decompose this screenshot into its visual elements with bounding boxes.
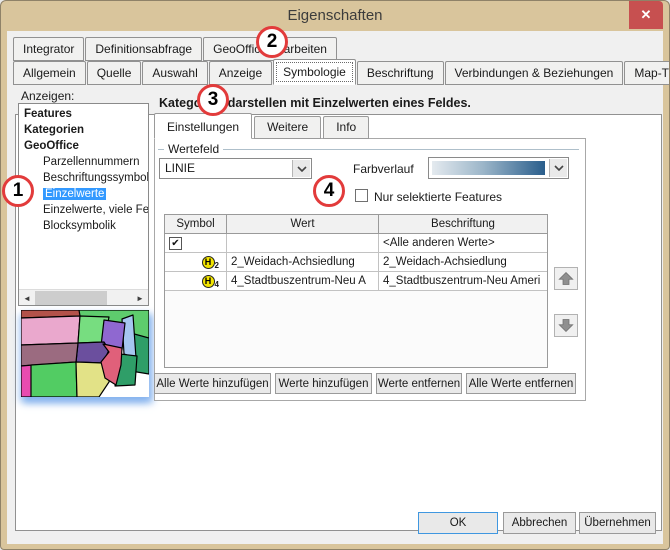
close-button[interactable]: ✕	[629, 1, 663, 29]
only-selected-label: Nur selektierte Features	[374, 190, 502, 204]
window-title: Eigenschaften	[1, 1, 669, 31]
check-icon: ✔	[171, 238, 179, 249]
map-preview-image	[21, 310, 149, 397]
list-item-einzelwerte[interactable]: Einzelwerte	[19, 186, 148, 202]
bus-stop-symbol-h4-icon: H4	[202, 274, 219, 289]
tab-verbindungen[interactable]: Verbindungen & Beziehungen	[445, 61, 624, 85]
remove-all-values-button[interactable]: Alle Werte entfernen	[466, 373, 576, 394]
list-item-blocksymbolik[interactable]: Blocksymbolik	[19, 218, 148, 234]
add-all-values-button[interactable]: Alle Werte hinzufügen	[154, 373, 271, 394]
arrow-up-icon	[557, 270, 575, 287]
list-item-parzellennummern[interactable]: Parzellennummern	[19, 154, 148, 170]
column-header-beschriftung: Beschriftung	[379, 215, 547, 233]
tab-map-tipps[interactable]: Map-Tipps	[624, 61, 670, 85]
table-header-row: Symbol Wert Beschriftung	[165, 215, 547, 234]
table-row-all-other-values[interactable]: ✔ <Alle anderen Werte>	[165, 234, 547, 253]
tab-integrator[interactable]: Integrator	[13, 37, 84, 61]
show-label: Anzeigen:	[21, 89, 74, 103]
close-icon: ✕	[641, 7, 652, 23]
apply-button[interactable]: Übernehmen	[579, 512, 656, 534]
tab-allgemein[interactable]: Allgemein	[13, 61, 86, 85]
add-values-button[interactable]: Werte hinzufügen	[275, 373, 372, 394]
list-item-features[interactable]: Features	[19, 106, 148, 122]
tab-info[interactable]: Info	[323, 116, 369, 139]
value-field-dropdown[interactable]: LINIE	[159, 158, 312, 179]
table-row-weidach[interactable]: H2 2_Weidach-Achsiedlung 2_Weidach-Achsi…	[165, 253, 547, 272]
move-up-button[interactable]	[554, 267, 578, 290]
tab-strip-main: Allgemein Quelle Auswahl Anzeige Symbolo…	[13, 61, 670, 85]
remove-values-button[interactable]: Werte entfernen	[376, 373, 462, 394]
color-ramp-gradient	[432, 161, 545, 175]
list-item-einzelwerte-viele[interactable]: Einzelwerte, viele Fe	[19, 202, 148, 218]
tab-quelle[interactable]: Quelle	[87, 61, 142, 85]
all-other-values-checkbox[interactable]: ✔	[169, 237, 182, 250]
titlebar[interactable]: Eigenschaften ✕	[1, 1, 669, 31]
chevron-down-icon[interactable]	[292, 160, 310, 177]
tab-weitere[interactable]: Weitere	[254, 116, 321, 139]
annotation-circle-2: 2	[256, 26, 288, 58]
wertefeld-group-label: Wertefeld	[164, 142, 223, 156]
column-header-symbol: Symbol	[165, 215, 227, 233]
annotation-circle-4: 4	[313, 175, 345, 207]
tab-anzeige[interactable]: Anzeige	[209, 61, 272, 85]
scroll-left-icon[interactable]: ◄	[19, 290, 35, 306]
column-header-wert: Wert	[227, 215, 379, 233]
annotation-circle-3: 3	[197, 84, 229, 116]
bus-stop-symbol-h2-icon: H2	[202, 255, 219, 270]
symbology-category-list: Features Kategorien GeoOffice Parzellenn…	[18, 103, 149, 306]
tab-auswahl[interactable]: Auswahl	[142, 61, 207, 85]
list-item-geooffice[interactable]: GeoOffice	[19, 138, 148, 154]
tab-definitionsabfrage[interactable]: Definitionsabfrage	[85, 37, 202, 61]
list-item-kategorien[interactable]: Kategorien	[19, 122, 148, 138]
arrow-down-icon	[557, 317, 575, 334]
cancel-button[interactable]: Abbrechen	[503, 512, 576, 534]
map-preview	[21, 310, 149, 397]
tab-einstellungen[interactable]: Einstellungen	[154, 113, 252, 139]
values-table: Symbol Wert Beschriftung ✔ <Alle anderen…	[164, 214, 548, 368]
move-down-button[interactable]	[554, 314, 578, 337]
ok-button[interactable]: OK	[418, 512, 498, 534]
properties-dialog: Eigenschaften ✕ Integrator Definitionsab…	[0, 0, 670, 550]
tab-symbologie[interactable]: Symbologie	[273, 59, 356, 85]
list-item-beschriftungssymbol[interactable]: Beschriftungssymbol	[19, 170, 148, 186]
value-field-selected: LINIE	[165, 159, 195, 178]
settings-tab-strip: Einstellungen Weitere Info	[154, 116, 371, 139]
color-ramp-label: Farbverlauf	[353, 162, 414, 176]
tab-beschriftung[interactable]: Beschriftung	[357, 61, 444, 85]
annotation-circle-1: 1	[2, 175, 34, 207]
scroll-right-icon[interactable]: ►	[132, 290, 148, 306]
color-ramp-dropdown[interactable]	[428, 157, 569, 179]
table-row-stadtbuszentrum[interactable]: H4 4_Stadtbuszentrum-Neu A 4_Stadtbuszen…	[165, 272, 547, 291]
chevron-down-icon[interactable]	[549, 159, 567, 177]
tab-strip-secondary: Integrator Definitionsabfrage GeoOffice …	[13, 37, 338, 61]
horizontal-scrollbar[interactable]: ◄ ►	[19, 289, 148, 305]
scrollbar-thumb[interactable]	[35, 291, 107, 305]
only-selected-checkbox[interactable]	[355, 189, 368, 202]
